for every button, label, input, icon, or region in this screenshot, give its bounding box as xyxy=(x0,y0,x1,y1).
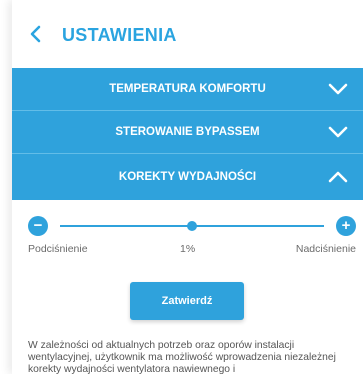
menu-item-sterowanie-bypassem[interactable]: STEROWANIE BYPASSEM xyxy=(12,111,363,153)
menu-item-label: KOREKTY WYDAJNOŚCI xyxy=(118,171,257,183)
page-title: USTAWIENIA xyxy=(62,25,177,45)
correction-panel: − + Podciśnienie 1% Nadciśnienie Zatwier… xyxy=(12,206,363,374)
menu-item-label: TEMPERATURA KOMFORTU xyxy=(109,83,266,95)
underpressure-label: Podciśnienie xyxy=(28,243,88,255)
chevron-down-icon xyxy=(328,83,348,95)
correction-slider[interactable]: − + xyxy=(28,214,356,238)
increase-button[interactable]: + xyxy=(336,216,356,236)
decrease-button[interactable]: − xyxy=(28,216,48,236)
settings-screen: USTAWIENIA TEMPERATURA KOMFORTU STEROWAN… xyxy=(12,0,363,374)
back-button[interactable] xyxy=(22,20,50,48)
chevron-down-icon xyxy=(328,126,348,138)
value-label: 1% xyxy=(180,243,196,255)
menu-item-label: STEROWANIE BYPASSEM xyxy=(115,126,260,138)
confirm-button[interactable]: Zatwierdź xyxy=(130,282,244,320)
overpressure-label: Nadciśnienie xyxy=(295,243,356,255)
description-text: W zależności od aktualnych potrzeb oraz … xyxy=(28,340,336,374)
slider-labels: Podciśnienie 1% Nadciśnienie xyxy=(28,243,356,257)
header: USTAWIENIA xyxy=(12,0,363,68)
chevron-up-icon xyxy=(328,171,348,183)
menu-item-korekty-wydajnosci[interactable]: KOREKTY WYDAJNOŚCI xyxy=(12,154,363,200)
menu-item-temperatura-komfortu[interactable]: TEMPERATURA KOMFORTU xyxy=(12,68,363,110)
chevron-left-icon xyxy=(30,25,41,43)
slider-thumb[interactable] xyxy=(187,221,197,231)
